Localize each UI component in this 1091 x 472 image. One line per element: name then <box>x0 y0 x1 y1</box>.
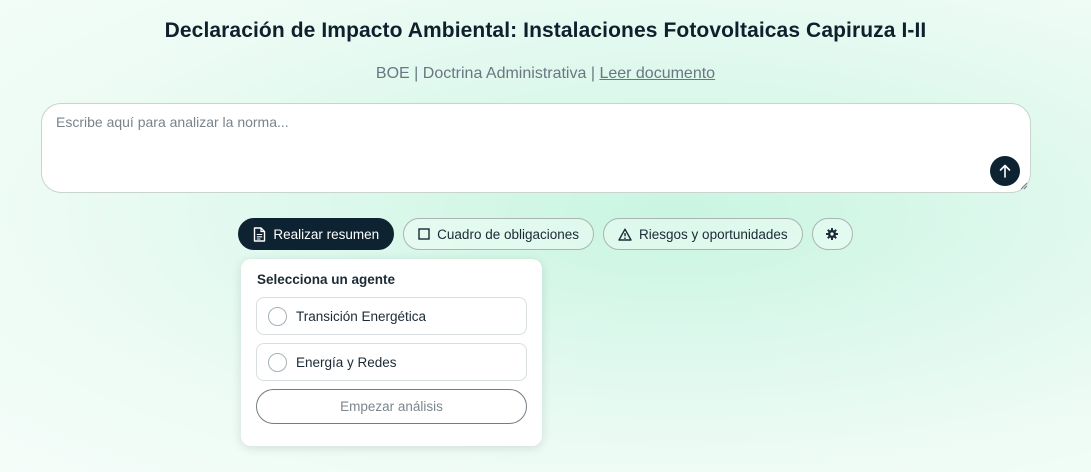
risks-button-label: Riesgos y oportunidades <box>639 226 788 242</box>
agent-selector-dropdown: Selecciona un agente Transición Energéti… <box>241 259 542 446</box>
warning-icon <box>618 228 632 241</box>
analysis-input-box <box>41 103 1031 193</box>
resize-grip-icon[interactable] <box>1020 182 1028 190</box>
document-meta: BOE | Doctrina Administrativa | Leer doc… <box>0 65 1091 83</box>
agent-selector-title: Selecciona un agente <box>257 272 396 287</box>
square-icon <box>418 228 430 240</box>
summary-button-label: Realizar resumen <box>273 226 380 242</box>
risks-button[interactable]: Riesgos y oportunidades <box>603 218 803 250</box>
separator: | <box>586 65 600 82</box>
category-label: Doctrina Administrativa <box>422 65 587 82</box>
action-bar: Realizar resumen Cuadro de obligaciones … <box>0 218 1091 250</box>
page-title: Declaración de Impacto Ambiental: Instal… <box>164 19 927 42</box>
radio-button[interactable] <box>268 352 287 372</box>
obligations-button[interactable]: Cuadro de obligaciones <box>403 218 595 250</box>
agent-option-label: Transición Energética <box>296 308 427 324</box>
separator: | <box>409 65 423 82</box>
analysis-input[interactable] <box>42 104 1030 192</box>
send-button[interactable] <box>990 156 1020 186</box>
gear-icon <box>826 228 839 240</box>
agent-option-label: Energía y Redes <box>296 354 397 370</box>
agent-option-transicion-energetica[interactable]: Transición Energética <box>256 297 527 335</box>
source-label: BOE <box>375 65 410 82</box>
document-icon <box>254 226 266 242</box>
radio-button[interactable] <box>268 306 287 326</box>
settings-button[interactable] <box>811 218 853 250</box>
arrow-up-icon <box>999 164 1011 178</box>
obligations-button-label: Cuadro de obligaciones <box>437 226 580 242</box>
read-document-link[interactable]: Leer documento <box>599 65 715 82</box>
summary-button[interactable]: Realizar resumen <box>238 218 395 250</box>
start-analysis-button[interactable]: Empezar análisis <box>256 389 527 424</box>
agent-option-energia-redes[interactable]: Energía y Redes <box>256 343 527 381</box>
